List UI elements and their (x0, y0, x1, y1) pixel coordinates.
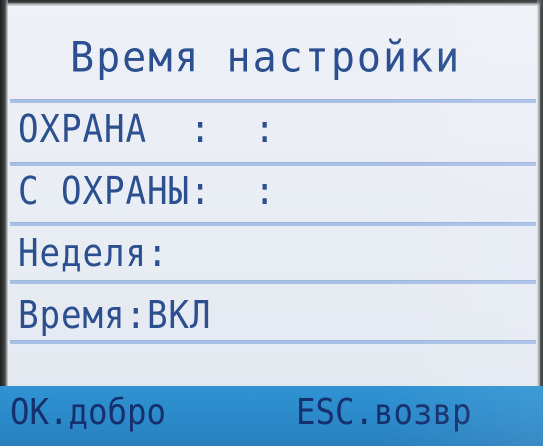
bezel-left (0, 0, 8, 446)
menu-row-week[interactable]: Неделя: (8, 228, 538, 284)
menu-row-label: ОХРАНА : : (18, 107, 276, 151)
menu-row-time[interactable]: Время:ВКЛ (8, 288, 538, 344)
menu-row-label: Время:ВКЛ (18, 293, 212, 337)
menu-row-label: С ОХРАНЫ: : (18, 169, 276, 213)
screen-title: Время настройки (70, 33, 462, 83)
row-separator (10, 340, 536, 344)
bezel-right (537, 0, 543, 446)
esc-softkey[interactable]: ESC.возвр (296, 392, 472, 433)
row-separator (10, 222, 536, 226)
menu-row-arm[interactable]: ОХРАНА : : (8, 102, 538, 158)
menu-row-disarm[interactable]: С ОХРАНЫ: : (8, 166, 538, 222)
ok-softkey[interactable]: ОК.добро (10, 392, 166, 433)
menu-row-label: Неделя: (18, 231, 169, 275)
lcd-screen: Время настройки ОХРАНА : : С ОХРАНЫ: : Н… (0, 0, 543, 446)
bezel-top (0, 0, 543, 6)
row-separator (10, 280, 536, 284)
